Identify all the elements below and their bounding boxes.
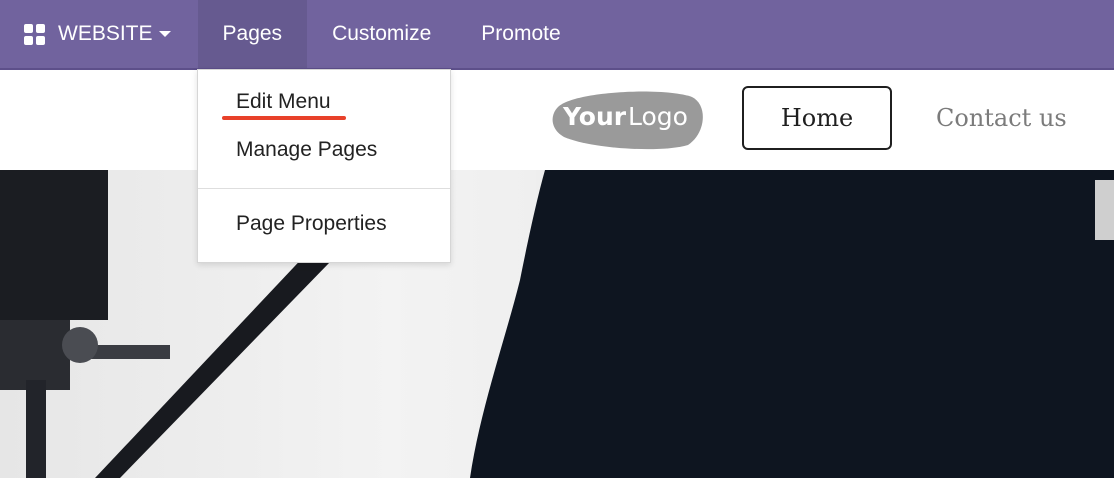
- caret-down-icon: [158, 31, 171, 37]
- menu-customize[interactable]: Customize: [307, 0, 456, 68]
- app-name-label: WEBSITE: [58, 22, 153, 45]
- site-logo[interactable]: Your Logo: [552, 87, 704, 151]
- hero-photo: [0, 170, 1114, 478]
- logo-text-light: Logo: [628, 102, 688, 131]
- site-header: Your Logo Home Contact us: [0, 70, 1114, 170]
- menu-pages-label: Pages: [222, 22, 283, 45]
- admin-topbar: WEBSITE Pages Customize Promote: [0, 0, 1114, 70]
- menu-pages[interactable]: Pages: [197, 0, 308, 68]
- menu-item-manage-pages[interactable]: Manage Pages: [236, 138, 377, 162]
- highlight-underline: [222, 116, 346, 120]
- menu-promote[interactable]: Promote: [456, 0, 585, 68]
- nav-contact-us[interactable]: Contact us: [936, 86, 1067, 150]
- hero-image: [0, 170, 1114, 478]
- menu-promote-label: Promote: [481, 22, 561, 45]
- logo-text-bold: Your: [562, 102, 627, 131]
- menu-item-edit-menu[interactable]: Edit Menu: [236, 90, 331, 114]
- website-app-menu[interactable]: WEBSITE: [0, 0, 198, 68]
- pages-dropdown-menu: Edit Menu Manage Pages Page Properties: [197, 69, 451, 263]
- menu-customize-label: Customize: [332, 22, 432, 45]
- apps-grid-icon: [24, 23, 45, 45]
- nav-home[interactable]: Home: [742, 86, 892, 150]
- menu-item-page-properties[interactable]: Page Properties: [236, 212, 387, 236]
- dropdown-divider: [198, 188, 450, 189]
